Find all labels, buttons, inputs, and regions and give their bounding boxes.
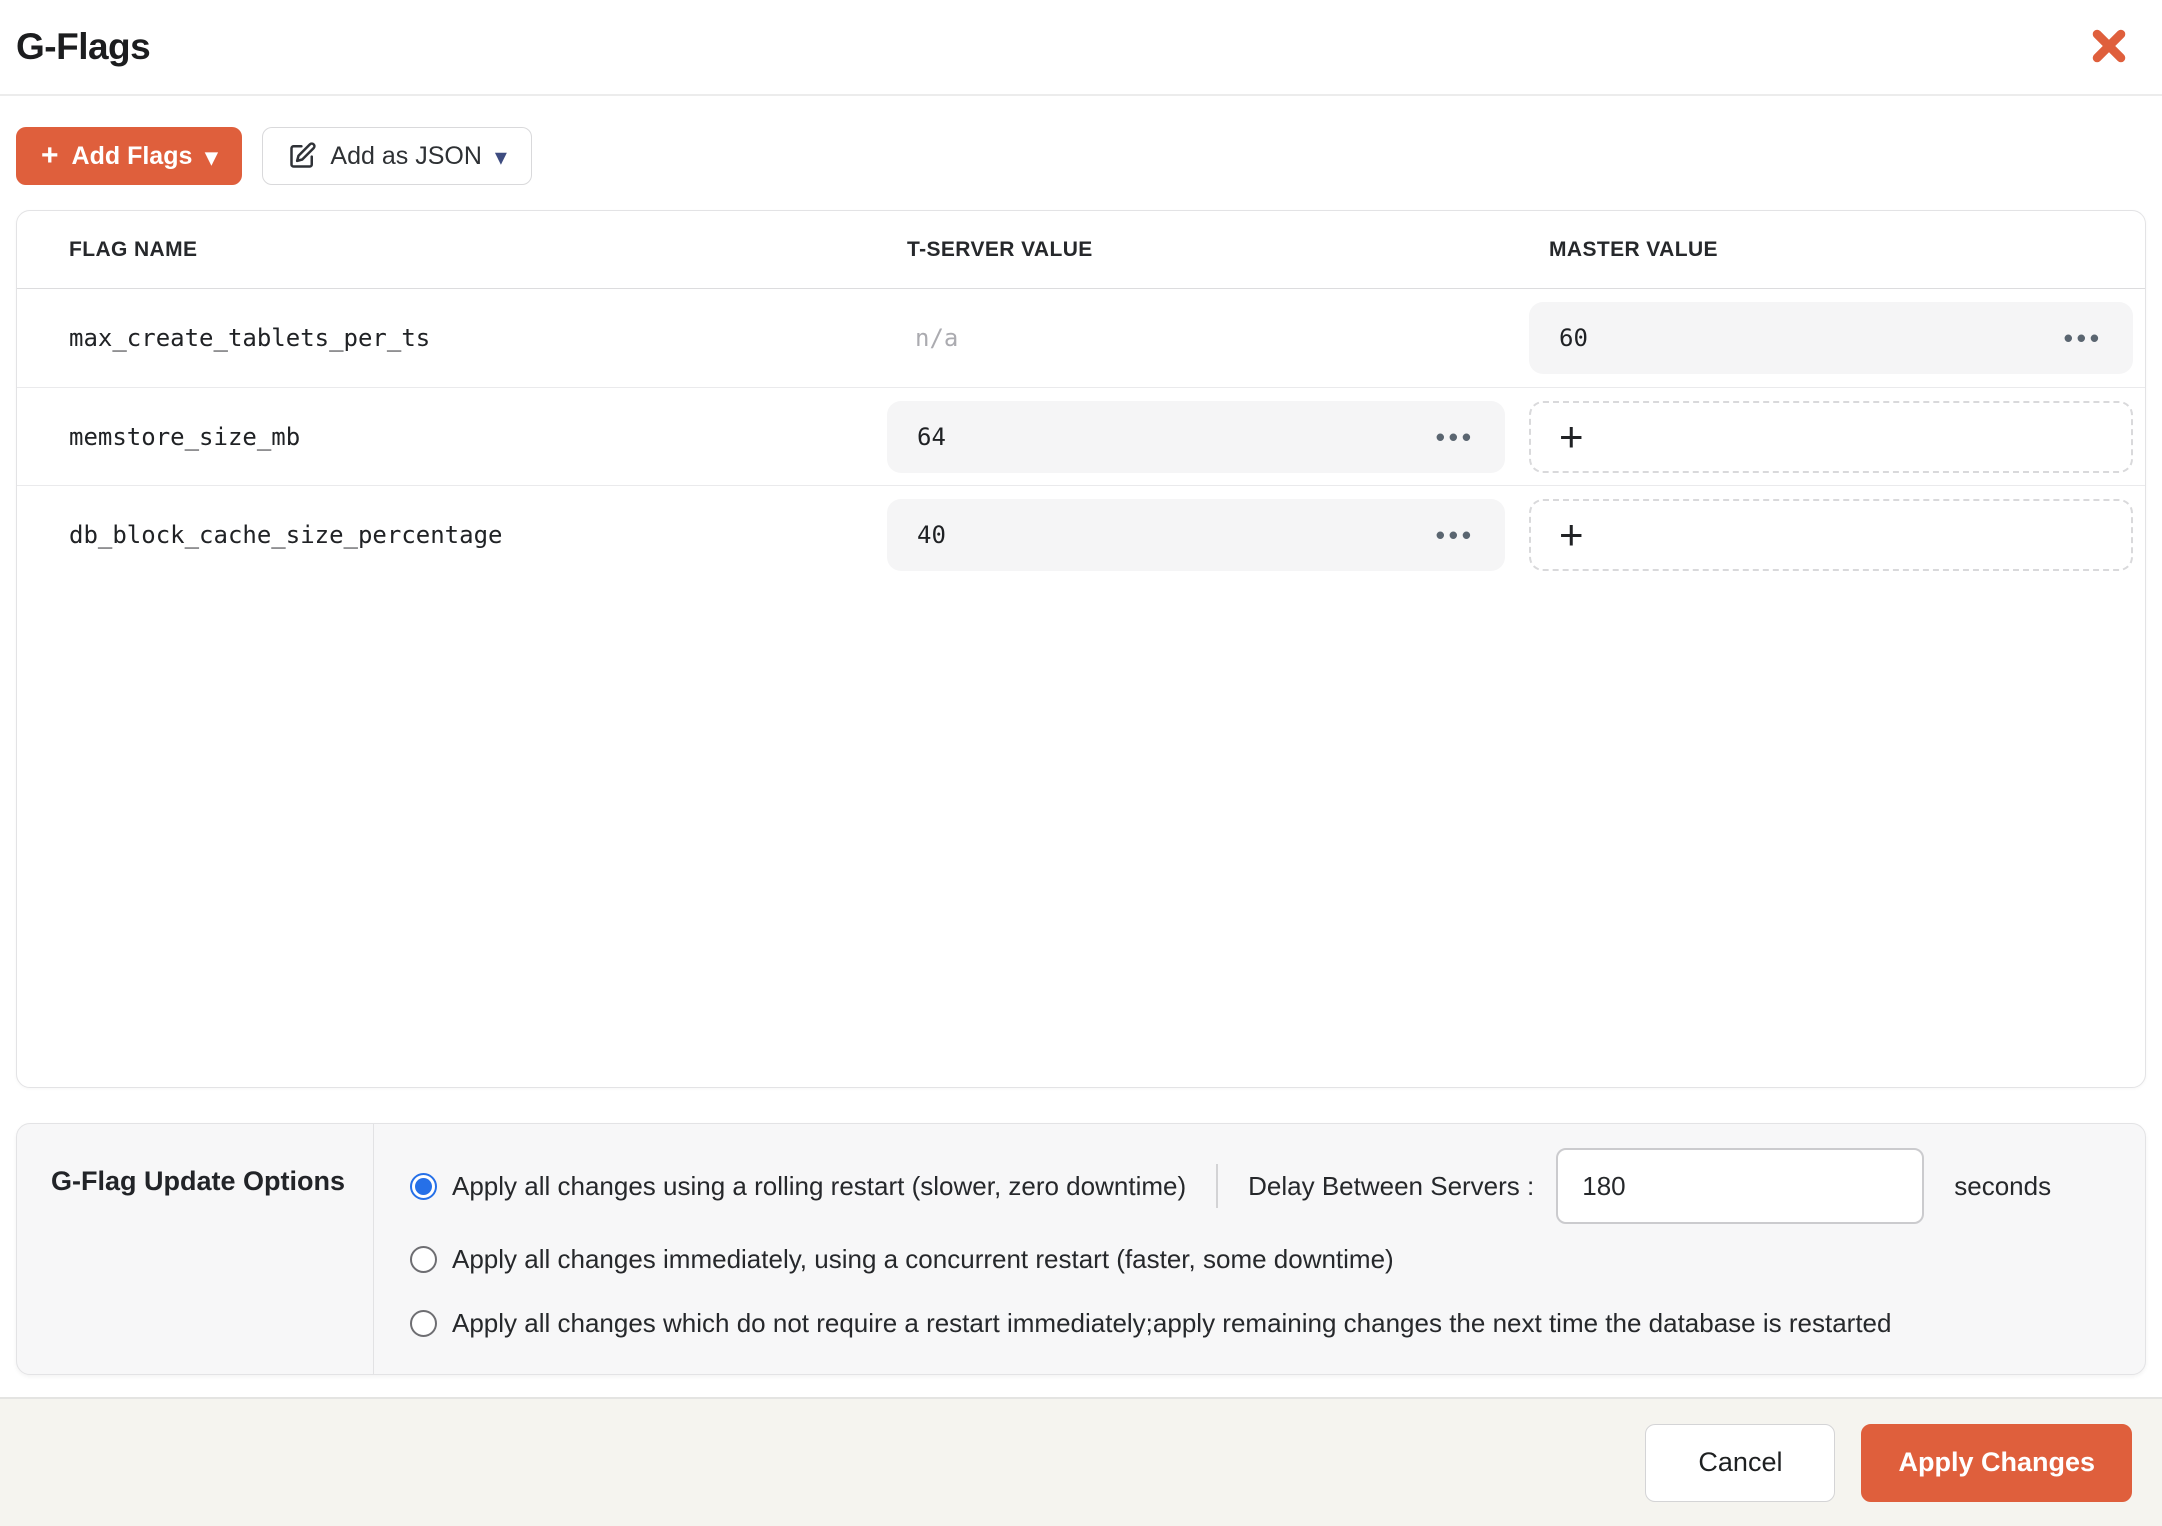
vertical-divider	[1216, 1164, 1219, 1208]
tserver-value-cell[interactable]: 40 •••	[887, 498, 1505, 571]
tserver-value-cell[interactable]: 64 •••	[887, 400, 1505, 473]
options-label-column: G-Flag Update Options	[17, 1124, 374, 1374]
master-value-cell[interactable]: 60 •••	[1529, 302, 2133, 374]
add-as-json-label: Add as JSON	[330, 141, 482, 170]
more-options-icon[interactable]: •••	[1436, 522, 1475, 548]
modal-title: G-Flags	[16, 26, 151, 67]
column-header-master-value: MASTER VALUE	[1549, 237, 1718, 261]
gflag-update-options-panel: G-Flag Update Options Apply all changes …	[16, 1123, 2146, 1375]
flag-name: db_block_cache_size_percentage	[69, 520, 503, 549]
flags-table: FLAG NAME T-SERVER VALUE MASTER VALUE ma…	[16, 210, 2146, 1088]
tserver-value: 40	[917, 520, 946, 549]
modal-footer: Cancel Apply Changes	[0, 1397, 2162, 1526]
add-value-icon: +	[1559, 510, 1584, 558]
radio-option-concurrent-restart[interactable]: Apply all changes immediately, using a c…	[410, 1228, 2121, 1290]
add-flags-label: Add Flags	[71, 141, 193, 170]
caret-down-icon: ▾	[494, 144, 507, 171]
add-master-value-button[interactable]: +	[1529, 498, 2133, 571]
add-as-json-button[interactable]: Add as JSON ▾	[262, 127, 532, 185]
radio-button[interactable]	[410, 1309, 437, 1337]
close-icon	[2088, 25, 2130, 70]
more-options-icon[interactable]: •••	[2064, 325, 2103, 351]
options-radio-group: Apply all changes using a rolling restar…	[374, 1124, 2145, 1374]
column-header-flag-name: FLAG NAME	[69, 237, 198, 261]
options-title: G-Flag Update Options	[51, 1166, 345, 1196]
column-header-tserver-value: T-SERVER VALUE	[907, 237, 1093, 261]
flag-name: max_create_tablets_per_ts	[69, 324, 431, 352]
table-header-row: FLAG NAME T-SERVER VALUE MASTER VALUE	[17, 211, 2145, 289]
radio-option-no-restart[interactable]: Apply all changes which do not require a…	[410, 1290, 2121, 1356]
plus-icon: +	[41, 139, 59, 172]
delay-between-servers-input[interactable]	[1556, 1148, 1925, 1224]
delay-between-servers-label: Delay Between Servers :	[1248, 1170, 1535, 1201]
add-master-value-button[interactable]: +	[1529, 400, 2133, 473]
radio-label: Apply all changes using a rolling restar…	[452, 1170, 1187, 1201]
table-row: memstore_size_mb 64 ••• +	[17, 387, 2145, 485]
radio-button[interactable]	[410, 1245, 437, 1273]
gflags-modal: G-Flags + Add Flags ▾ Add as JSON ▾ FLAG…	[0, 0, 2162, 1526]
add-flags-button[interactable]: + Add Flags ▾	[16, 127, 243, 185]
add-value-icon: +	[1559, 412, 1584, 460]
tserver-value: 64	[917, 422, 946, 451]
radio-label: Apply all changes immediately, using a c…	[452, 1243, 1394, 1274]
table-row: max_create_tablets_per_ts n/a 60 •••	[17, 289, 2145, 387]
modal-header: G-Flags	[0, 0, 2162, 96]
flag-name: memstore_size_mb	[69, 422, 301, 451]
radio-label: Apply all changes which do not require a…	[452, 1307, 1892, 1338]
radio-option-rolling-restart[interactable]: Apply all changes using a rolling restar…	[410, 1144, 2121, 1228]
toolbar: + Add Flags ▾ Add as JSON ▾	[16, 127, 2146, 185]
table-row: db_block_cache_size_percentage 40 ••• +	[17, 485, 2145, 583]
delay-unit-label: seconds	[1954, 1170, 2052, 1201]
cancel-button[interactable]: Cancel	[1645, 1423, 1836, 1502]
radio-button-selected[interactable]	[410, 1172, 437, 1200]
caret-down-icon: ▾	[205, 144, 218, 171]
edit-icon	[287, 141, 317, 171]
close-button[interactable]	[2084, 21, 2134, 74]
apply-changes-button[interactable]: Apply Changes	[1861, 1423, 2132, 1502]
tserver-value-na: n/a	[915, 324, 959, 352]
more-options-icon[interactable]: •••	[1436, 424, 1475, 450]
master-value: 60	[1559, 324, 1588, 352]
